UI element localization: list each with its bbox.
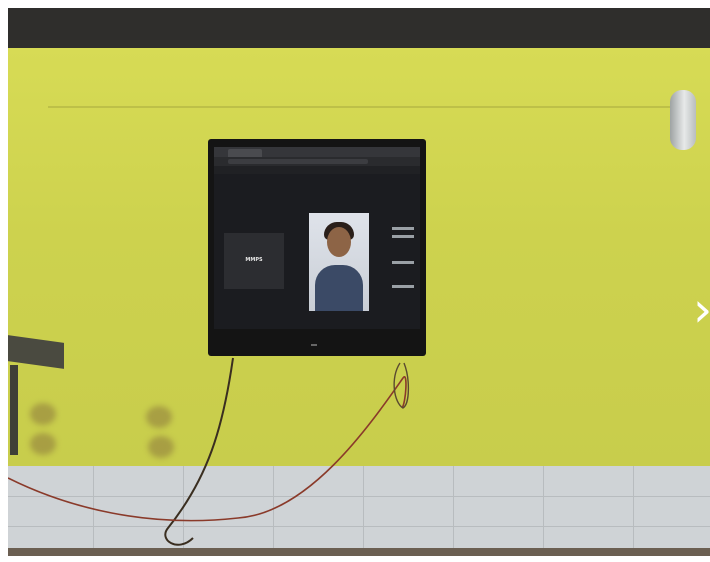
participants-panel	[392, 227, 416, 307]
tile-column-joint	[363, 466, 364, 556]
tiled-dado	[8, 466, 710, 556]
wall-stain	[30, 403, 56, 425]
url-field[interactable]	[228, 159, 368, 164]
podium-top	[8, 335, 64, 369]
floor-edge	[8, 548, 710, 556]
ceiling-band	[8, 8, 710, 48]
wall-mounted-tv: MMPS	[208, 139, 426, 356]
wall-stain	[148, 436, 174, 458]
participant-tile-name: MMPS	[245, 257, 263, 263]
tile-column-joint	[273, 466, 274, 556]
tile-row-joint	[8, 496, 710, 497]
participant-face	[327, 227, 351, 257]
meeting-header	[214, 166, 420, 174]
tv-screen: MMPS	[214, 147, 420, 329]
wall-conduit	[48, 106, 688, 108]
podium-stem	[10, 365, 18, 455]
wall-stain	[30, 433, 56, 455]
participant-tile[interactable]: MMPS	[224, 233, 284, 289]
tile-column-joint	[93, 466, 94, 556]
next-arrow-icon[interactable]: ›	[693, 286, 710, 334]
tile-column-joint	[633, 466, 634, 556]
wall-speaker	[670, 90, 696, 150]
browser-tab-strip	[214, 147, 420, 157]
browser-tab[interactable]	[228, 149, 262, 157]
participant-shoulders	[315, 265, 363, 311]
tv-brand-logo	[311, 344, 317, 346]
panel-item[interactable]	[392, 261, 414, 264]
tile-column-joint	[183, 466, 184, 556]
wall-stain	[146, 406, 172, 428]
panel-item[interactable]	[392, 235, 414, 238]
tile-row-joint	[8, 526, 710, 527]
podium	[8, 333, 70, 455]
tile-column-joint	[543, 466, 544, 556]
panel-item[interactable]	[392, 227, 414, 230]
photo-frame: MMPS ›	[8, 8, 710, 556]
panel-item[interactable]	[392, 285, 414, 288]
browser-address-bar[interactable]	[214, 157, 420, 166]
tile-column-joint	[453, 466, 454, 556]
participant-video[interactable]	[309, 213, 369, 311]
